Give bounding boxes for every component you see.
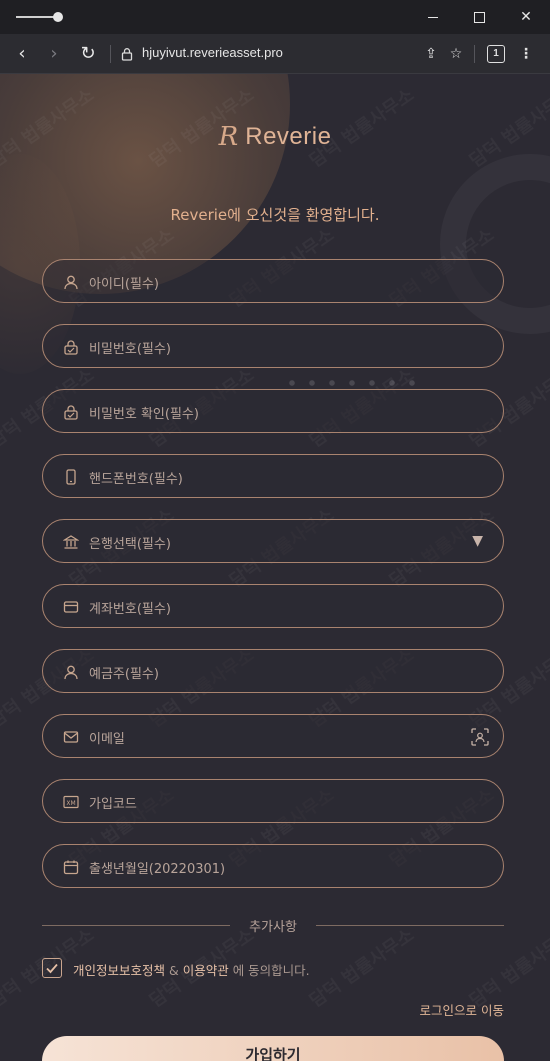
minimize-icon[interactable]: [422, 6, 444, 28]
lock-icon: [64, 340, 78, 355]
favorite-icon[interactable]: ☆: [446, 44, 466, 64]
account-number-field[interactable]: 계좌번호(필수): [42, 584, 504, 628]
reload-icon[interactable]: ↻: [76, 42, 100, 66]
password-field[interactable]: 비밀번호(필수): [42, 324, 504, 368]
phone-icon: [66, 469, 76, 485]
bank-select[interactable]: 은행선택(필수) ▼: [42, 519, 504, 563]
maximize-icon[interactable]: [468, 6, 490, 28]
share-icon[interactable]: ⇪: [421, 44, 441, 64]
divider-line: [316, 925, 504, 926]
code-icon: XM: [63, 795, 79, 809]
go-to-login-link[interactable]: 로그인으로 이동: [420, 1000, 504, 1019]
terms-link[interactable]: 이용약관: [183, 963, 229, 978]
additional-section-divider: 추가사항: [42, 915, 504, 935]
logo-mark: R: [218, 122, 239, 152]
brand-logo: R Reverie: [0, 122, 550, 152]
privacy-policy-link[interactable]: 개인정보보호정책: [73, 963, 165, 978]
username-field[interactable]: 아이디(필수): [42, 259, 504, 303]
lock-icon: [64, 405, 78, 420]
window-titlebar: ✕: [0, 0, 550, 34]
account-holder-field[interactable]: 예금주(필수): [42, 649, 504, 693]
mail-icon: [63, 731, 79, 743]
signup-button-label: 가입하기: [245, 1046, 301, 1061]
agreement-checkbox[interactable]: [42, 958, 62, 978]
calendar-icon: [63, 860, 79, 875]
lock-icon[interactable]: [120, 47, 134, 61]
close-icon[interactable]: ✕: [515, 6, 537, 28]
more-vertical-icon[interactable]: ⋮: [516, 44, 536, 64]
signup-code-field[interactable]: XM 가입코드: [42, 779, 504, 823]
account-holder-placeholder: 예금주(필수): [89, 667, 159, 682]
birthdate-field[interactable]: 출생년월일(20220301): [42, 844, 504, 888]
background-dots: [282, 379, 422, 387]
phone-field[interactable]: 핸드폰번호(필수): [42, 454, 504, 498]
chevron-down-icon[interactable]: ▼: [472, 533, 483, 549]
user-icon: [64, 275, 78, 290]
agreement-amp: &: [165, 963, 183, 978]
agreement-text: 개인정보보호정책 & 이용약관 에 동의합니다.: [73, 960, 310, 979]
username-placeholder: 아이디(필수): [89, 277, 159, 292]
watermark-text: 담덕 법률사무소: [464, 921, 550, 1012]
card-icon: [63, 601, 79, 613]
birthdate-placeholder: 출생년월일(20220301): [89, 862, 226, 877]
signup-code-placeholder: 가입코드: [89, 797, 137, 812]
bank-placeholder: 은행선택(필수): [89, 537, 171, 552]
signup-button[interactable]: 가입하기: [42, 1036, 504, 1061]
password-confirm-placeholder: 비밀번호 확인(필수): [89, 407, 199, 422]
agreement-suffix: 에 동의합니다.: [228, 963, 310, 978]
password-placeholder: 비밀번호(필수): [89, 342, 171, 357]
email-field[interactable]: 이메일: [42, 714, 504, 758]
password-confirm-field[interactable]: 비밀번호 확인(필수): [42, 389, 504, 433]
background-ring: [440, 154, 550, 334]
forward-arrow-icon[interactable]: ›: [42, 42, 66, 66]
toolbar-divider: [474, 45, 475, 63]
address-bar[interactable]: hjuyivut.reverieasset.pro: [142, 45, 283, 60]
svg-text:XM: XM: [66, 800, 75, 807]
brightness-slider-knob[interactable]: [53, 12, 63, 22]
account-number-placeholder: 계좌번호(필수): [89, 602, 171, 617]
checkmark-icon: [46, 963, 58, 974]
toolbar-divider: [110, 45, 111, 63]
watermark-text: 담덕 법률사무소: [304, 921, 419, 1012]
phone-placeholder: 핸드폰번호(필수): [89, 472, 183, 487]
email-placeholder: 이메일: [89, 732, 125, 747]
tab-count-button[interactable]: 1: [487, 45, 505, 63]
signup-page: 담덕 법률사무소담덕 법률사무소담덕 법률사무소담덕 법률사무소담덕 법률사무소…: [0, 74, 550, 1061]
browser-toolbar: ‹ › ↻ hjuyivut.reverieasset.pro ⇪ ☆ 1 ⋮: [0, 34, 550, 74]
welcome-heading: Reverie에 오신것을 환영합니다.: [170, 206, 380, 224]
back-arrow-icon[interactable]: ‹: [10, 42, 34, 66]
user-icon: [64, 665, 78, 680]
logo-text: Reverie: [245, 123, 332, 150]
scan-icon[interactable]: [471, 728, 489, 746]
bank-icon: [63, 535, 79, 549]
